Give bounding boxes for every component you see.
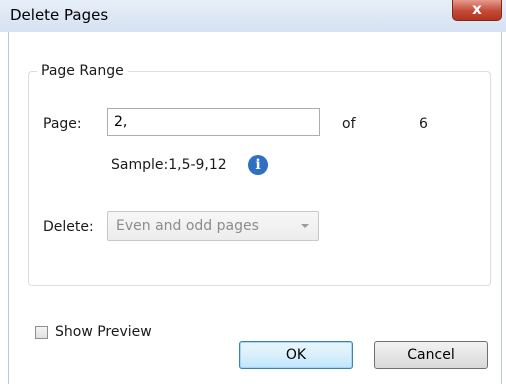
delete-select[interactable]: Even and odd pages	[107, 211, 319, 241]
page-range-group	[28, 71, 491, 286]
page-range-legend: Page Range	[37, 63, 128, 79]
cancel-button[interactable]: Cancel	[374, 341, 488, 369]
delete-label: Delete:	[43, 219, 94, 235]
dialog-title: Delete Pages	[10, 6, 109, 24]
page-input[interactable]	[107, 108, 320, 136]
info-icon[interactable]: i	[248, 155, 268, 175]
show-preview-checkbox[interactable]	[35, 326, 48, 339]
page-label: Page:	[43, 116, 82, 132]
show-preview-label[interactable]: Show Preview	[55, 324, 152, 340]
delete-select-value: Even and odd pages	[116, 218, 259, 234]
delete-pages-dialog: Delete Pages x Page Range Page: of 6 Sam…	[0, 0, 506, 390]
title-bar: Delete Pages x	[0, 0, 506, 32]
sample-text: Sample:1,5-9,12	[111, 157, 227, 173]
total-pages: 6	[419, 116, 428, 132]
of-label: of	[342, 116, 356, 132]
chevron-down-icon	[301, 224, 309, 228]
ok-button[interactable]: OK	[239, 341, 353, 369]
close-button[interactable]: x	[452, 0, 502, 21]
close-icon: x	[472, 0, 482, 18]
